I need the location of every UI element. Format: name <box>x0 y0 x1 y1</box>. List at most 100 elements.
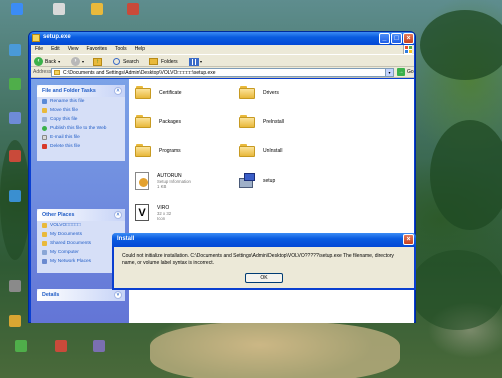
desktop-icon[interactable] <box>2 190 28 203</box>
desktop-icon[interactable] <box>46 3 72 16</box>
file-item[interactable]: Certificate <box>135 86 182 99</box>
menu-tools[interactable]: Tools <box>111 45 131 53</box>
menu-favorites[interactable]: Favorites <box>82 45 111 53</box>
copy-icon <box>42 117 47 122</box>
task-rename[interactable]: Rename this file <box>37 97 125 106</box>
install-error-dialog: Install × Could not initialize installat… <box>112 233 416 290</box>
desktop-icon[interactable] <box>2 78 28 91</box>
wallpaper-palm <box>430 120 502 230</box>
desktop-icon-image <box>9 190 21 202</box>
desktop-icon[interactable] <box>2 150 28 163</box>
desktop-icon-image <box>53 3 65 15</box>
place-volvo-folder[interactable]: VOLVO□□□□□ <box>37 221 125 230</box>
panel-header[interactable]: Details ˅ <box>37 289 125 301</box>
folder-icon <box>239 144 255 157</box>
file-name: Certificate <box>159 89 182 96</box>
file-name: Programs <box>159 147 181 154</box>
place-label: My Documents <box>50 232 82 237</box>
desktop-icon[interactable] <box>2 112 28 125</box>
task-email[interactable]: E-mail this file <box>37 133 125 142</box>
toolbar: ‹ Back ▾ › ▾ ↑ Search Folders ▾ <box>31 54 414 67</box>
ok-button[interactable]: OK <box>245 273 283 283</box>
menu-view[interactable]: View <box>64 45 83 53</box>
up-folder-button[interactable]: ↑ <box>93 57 102 66</box>
address-field[interactable]: C:\Documents and Settings\Admin\Desktop\… <box>51 68 394 77</box>
desktop-icon[interactable] <box>2 315 28 328</box>
forward-button[interactable]: › ▾ <box>71 57 84 66</box>
file-item[interactable]: Drivers <box>239 86 279 99</box>
folder-icon <box>42 223 47 228</box>
minimize-button[interactable]: _ <box>379 33 390 44</box>
maximize-button[interactable]: □ <box>391 33 402 44</box>
close-button[interactable]: × <box>403 33 414 44</box>
back-button[interactable]: ‹ Back ▾ <box>34 57 60 66</box>
publish-web-icon <box>42 126 47 131</box>
task-move[interactable]: Move this file <box>37 106 125 115</box>
desktop-icon-image <box>93 340 105 352</box>
file-name: VIRO <box>157 204 170 211</box>
desktop-icon-image <box>55 340 67 352</box>
desktop-icon[interactable] <box>120 3 146 16</box>
panel-header[interactable]: Other Places ˄ <box>37 209 125 221</box>
search-label: Search <box>123 58 139 65</box>
window-titlebar[interactable]: setup.exe _ □ × <box>29 32 415 45</box>
desktop-icon-image <box>91 3 103 15</box>
wallpaper-palm <box>150 322 400 378</box>
folder-icon <box>135 86 151 99</box>
file-item[interactable]: AUTORUN Setup Information 1 KB <box>135 172 191 190</box>
move-icon <box>42 108 47 113</box>
computer-icon <box>42 250 47 255</box>
icon-file-icon: V <box>135 204 149 221</box>
views-button[interactable]: ▾ <box>189 57 202 66</box>
details-panel: Details ˅ <box>37 289 125 301</box>
desktop-icon[interactable] <box>2 44 28 57</box>
file-name: Drivers <box>263 89 279 96</box>
file-type: Icon <box>157 215 166 221</box>
desktop-icon[interactable] <box>2 280 28 293</box>
menu-edit[interactable]: Edit <box>47 45 64 53</box>
file-item[interactable]: UnInstall <box>239 144 282 157</box>
desktop-icon-image <box>9 78 21 90</box>
chevron-down-icon: ▾ <box>200 59 203 64</box>
folders-button[interactable]: Folders <box>149 57 178 66</box>
task-copy[interactable]: Copy this file <box>37 115 125 124</box>
dialog-close-button[interactable]: × <box>403 234 414 245</box>
desktop-icon[interactable] <box>48 340 74 353</box>
panel-title: Details <box>42 292 60 298</box>
shared-folder-icon <box>42 241 47 246</box>
place-label: VOLVO□□□□□ <box>50 223 81 228</box>
setup-exe-icon <box>239 173 257 189</box>
file-item[interactable]: Packages <box>135 115 181 128</box>
dialog-titlebar[interactable]: Install × <box>112 233 416 247</box>
panel-title: File and Folder Tasks <box>42 88 96 94</box>
address-dropdown-button[interactable]: ▾ <box>385 69 393 76</box>
desktop-icon[interactable] <box>84 3 110 16</box>
search-button[interactable]: Search <box>113 57 139 66</box>
panel-header[interactable]: File and Folder Tasks ˄ <box>37 85 125 97</box>
desktop-icon[interactable] <box>4 3 30 16</box>
file-item[interactable]: PreInstall <box>239 115 284 128</box>
menu-bar: File Edit View Favorites Tools Help <box>31 45 414 54</box>
desktop-icon-image <box>9 315 21 327</box>
task-label: Publish this file to the Web <box>50 126 107 131</box>
expand-icon[interactable]: ˅ <box>114 291 122 299</box>
go-button[interactable]: → Go <box>397 68 414 76</box>
panel-title: Other Places <box>42 212 75 218</box>
desktop-icon[interactable] <box>86 340 112 353</box>
place-label: My Computer <box>50 250 79 255</box>
file-item[interactable]: Programs <box>135 144 181 157</box>
task-publish[interactable]: Publish this file to the Web <box>37 124 125 133</box>
collapse-icon[interactable]: ˄ <box>114 87 122 95</box>
collapse-icon[interactable]: ˄ <box>114 211 122 219</box>
delete-icon <box>42 144 47 149</box>
task-label: Move this file <box>50 108 78 113</box>
file-item[interactable]: setup <box>239 173 275 189</box>
menu-file[interactable]: File <box>31 45 47 53</box>
desktop-icon[interactable] <box>8 340 34 353</box>
address-value: C:\Documents and Settings\Admin\Desktop\… <box>63 70 216 76</box>
file-item[interactable]: V VIRO 32 x 32 Icon <box>135 204 171 221</box>
address-label: Address <box>33 69 52 75</box>
menu-help[interactable]: Help <box>131 45 149 53</box>
task-delete[interactable]: Delete this file <box>37 142 125 151</box>
views-icon <box>189 57 199 66</box>
